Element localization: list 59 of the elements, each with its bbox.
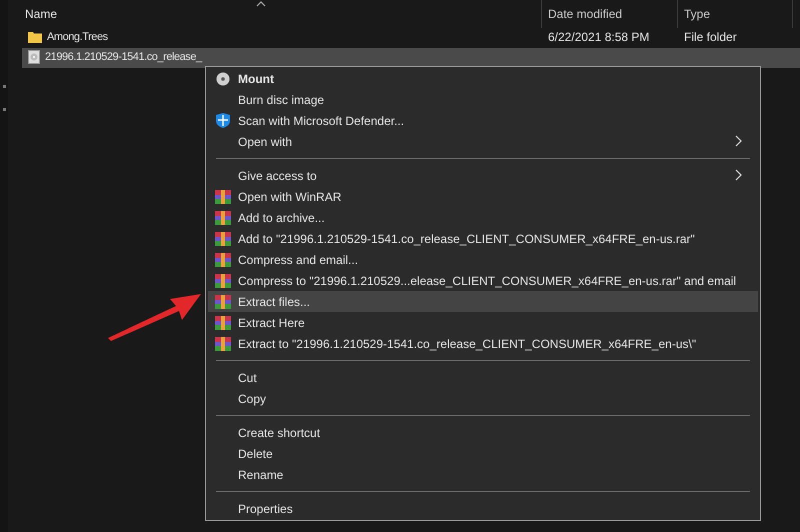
menu-item[interactable]: Open with: [208, 131, 758, 152]
file-name: Among.Trees: [47, 30, 108, 44]
menu-item-label: Extract Here: [238, 314, 305, 332]
menu-item-label: Open with: [238, 134, 292, 150]
menu-item-label: Create shortcut: [238, 424, 320, 442]
archive-books-icon: [215, 274, 231, 288]
menu-item-label: Extract files...: [238, 294, 310, 310]
archive-books-icon: [215, 190, 231, 204]
archive-books-icon: [215, 336, 231, 350]
menu-item[interactable]: Compress and email...: [208, 249, 758, 270]
disc-icon: [216, 72, 230, 86]
menu-item-label: Open with WinRAR: [238, 188, 342, 206]
menu-item-label: Extract to "21996.1.210529-1541.co_release_CLIENT_CONSUMER_x64FRE_en-us\": [238, 336, 696, 352]
menu-item-label: Add to archive...: [238, 210, 325, 226]
archive-books-icon: [215, 210, 231, 224]
menu-item-label: Compress to "21996.1.210529...elease_CLIENT_CONSUMER_x64FRE_en-us.rar" and email: [238, 272, 736, 290]
column-header[interactable]: Date modified: [548, 5, 622, 23]
menu-item-label: Copy: [238, 390, 266, 408]
menu-item[interactable]: Rename: [208, 464, 758, 485]
menu-item[interactable]: Extract to "21996.1.210529-1541.co_release_CLIENT_CONSUMER_x64FRE_en-us\": [208, 333, 758, 354]
menu-item-label: Scan with Microsoft Defender...: [238, 112, 404, 130]
menu-item-label: Cut: [238, 370, 257, 386]
menu-item[interactable]: Extract files...: [208, 291, 758, 312]
file-row[interactable]: 21996.1.210529-1541.co_release_: [22, 48, 800, 68]
menu-item[interactable]: Add to "21996.1.210529-1541.co_release_CLIENT_CONSUMER_x64FRE_en-us.rar": [208, 228, 758, 249]
archive-books-icon: [215, 316, 231, 330]
menu-item[interactable]: Cut: [208, 367, 758, 388]
menu-item[interactable]: Mount: [208, 68, 758, 89]
menu-item-label: Add to "21996.1.210529-1541.co_release_CLIENT_CONSUMER_x64FRE_en-us.rar": [238, 230, 695, 248]
menu-item[interactable]: Properties: [208, 498, 758, 519]
menu-item[interactable]: Scan with Microsoft Defender...: [208, 110, 758, 131]
file-row[interactable]: Among.Trees 6/22/2021 8:58 PM File folder: [22, 28, 800, 48]
menu-item-label: Delete: [238, 446, 273, 462]
archive-books-icon: [215, 232, 231, 246]
menu-item[interactable]: Copy: [208, 388, 758, 409]
menu-item-label: Give access to: [238, 168, 317, 184]
menu-item-label: Compress and email...: [238, 252, 358, 268]
menu-item[interactable]: Delete: [208, 443, 758, 464]
folder-icon: [28, 31, 42, 43]
menu-item-label: Burn disc image: [238, 92, 324, 108]
file-name: 21996.1.210529-1541.co_release_: [45, 50, 202, 64]
menu-item-label: Rename: [238, 466, 284, 484]
menu-item-label: Mount: [238, 70, 274, 88]
menu-item[interactable]: Create shortcut: [208, 422, 758, 443]
menu-item-label: Properties: [238, 500, 293, 518]
menu-item[interactable]: Give access to: [208, 165, 758, 186]
disc-file-icon: [28, 50, 40, 64]
file-date: 6/22/2021 8:58 PM: [548, 30, 650, 44]
menu-item[interactable]: Add to archive...: [208, 207, 758, 228]
column-header[interactable]: Name: [25, 5, 58, 23]
column-header[interactable]: Type: [684, 5, 710, 23]
archive-books-icon: [215, 252, 231, 266]
menu-item[interactable]: Open with WinRAR: [208, 186, 758, 207]
menu-item[interactable]: Burn disc image: [208, 89, 758, 110]
menu-item[interactable]: Compress to "21996.1.210529...elease_CLIENT_CONSUMER_x64FRE_en-us.rar" and email: [208, 270, 758, 291]
menu-item[interactable]: Extract Here: [208, 312, 758, 333]
shield-icon: [216, 113, 230, 128]
file-type: File folder: [684, 30, 737, 44]
archive-books-icon: [215, 294, 231, 308]
